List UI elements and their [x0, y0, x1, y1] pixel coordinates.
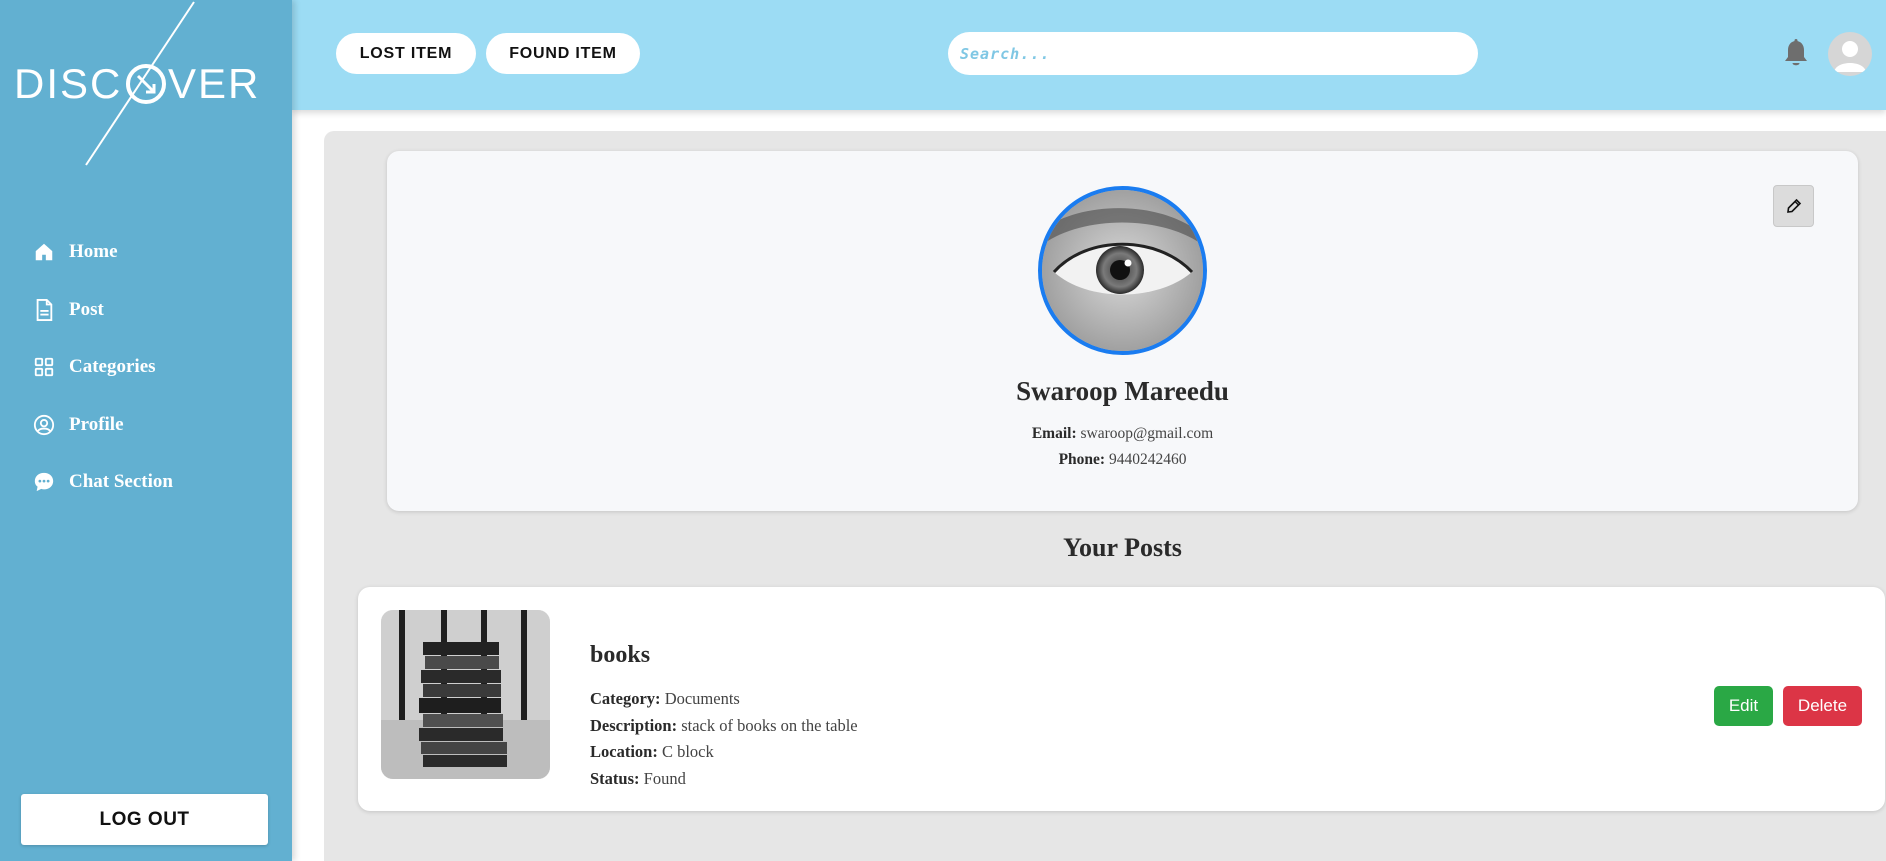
profile-phone: Phone: 9440242460	[387, 451, 1858, 469]
lost-item-button[interactable]: LOST ITEM	[336, 33, 476, 74]
svg-text:VER: VER	[168, 60, 260, 107]
location-label: Location:	[590, 742, 658, 761]
profile-email: Email: swaroop@gmail.com	[387, 425, 1858, 443]
edit-post-button[interactable]: Edit	[1714, 686, 1773, 726]
status-label: Status:	[590, 769, 640, 788]
email-label: Email:	[1031, 425, 1077, 442]
post-title: books	[590, 642, 651, 668]
category-label: Category:	[590, 689, 661, 708]
profile-card: Swaroop Mareedu Email: swaroop@gmail.com…	[387, 151, 1858, 511]
top-header: LOST ITEM FOUND ITEM	[292, 0, 1886, 110]
category-value: Documents	[664, 689, 740, 708]
email-value: swaroop@gmail.com	[1080, 425, 1214, 442]
chat-icon	[32, 470, 56, 494]
user-circle-icon	[32, 413, 56, 437]
discover-logo[interactable]: DISC VER	[14, 0, 264, 170]
delete-post-button[interactable]: Delete	[1783, 686, 1862, 726]
home-icon	[32, 240, 56, 264]
description-label: Description:	[590, 716, 678, 735]
profile-name: Swaroop Mareedu	[1016, 376, 1229, 406]
logout-button[interactable]: LOG OUT	[21, 794, 268, 845]
sidebar-item-profile[interactable]: Profile	[32, 410, 173, 440]
sidebar-item-label: Categories	[69, 356, 156, 377]
edit-icon[interactable]	[1773, 185, 1814, 227]
sidebar-item-post[interactable]: Post	[32, 295, 173, 325]
phone-label: Phone:	[1058, 451, 1106, 468]
status-value: Found	[643, 769, 686, 788]
sidebar-item-home[interactable]: Home	[32, 237, 173, 267]
posts-heading: Your Posts	[1063, 533, 1182, 562]
search-input[interactable]	[948, 32, 1478, 75]
sidebar-item-label: Profile	[69, 413, 124, 435]
post-image	[381, 610, 550, 779]
found-item-button[interactable]: FOUND ITEM	[486, 33, 640, 74]
sidebar-item-label: Chat Section	[69, 471, 173, 492]
sidebar: DISC VER Home Post Categories Profile Ch…	[0, 0, 292, 861]
post-description: Description: stack of books on the table	[590, 716, 858, 736]
location-value: C block	[661, 742, 714, 761]
sidebar-nav: Home Post Categories Profile Chat Sectio…	[32, 237, 173, 525]
sidebar-item-label: Home	[69, 241, 118, 262]
description-value: stack of books on the table	[681, 716, 858, 735]
avatar-icon[interactable]	[1828, 32, 1872, 76]
sidebar-item-categories[interactable]: Categories	[32, 352, 173, 382]
main-content: Swaroop Mareedu Email: swaroop@gmail.com…	[324, 131, 1886, 861]
sidebar-item-chat[interactable]: Chat Section	[32, 467, 173, 497]
sidebar-item-label: Post	[69, 298, 104, 320]
grid-icon	[32, 355, 56, 379]
post-card: books Category: Documents Description: s…	[358, 587, 1885, 811]
document-icon	[32, 298, 56, 322]
post-category: Category: Documents	[590, 689, 740, 709]
post-status: Status: Found	[590, 769, 686, 789]
bell-icon[interactable]	[1782, 38, 1810, 70]
post-location: Location: C block	[590, 742, 714, 762]
phone-value: 9440242460	[1108, 451, 1187, 468]
avatar	[1038, 186, 1207, 355]
svg-text:DISC: DISC	[14, 60, 122, 107]
